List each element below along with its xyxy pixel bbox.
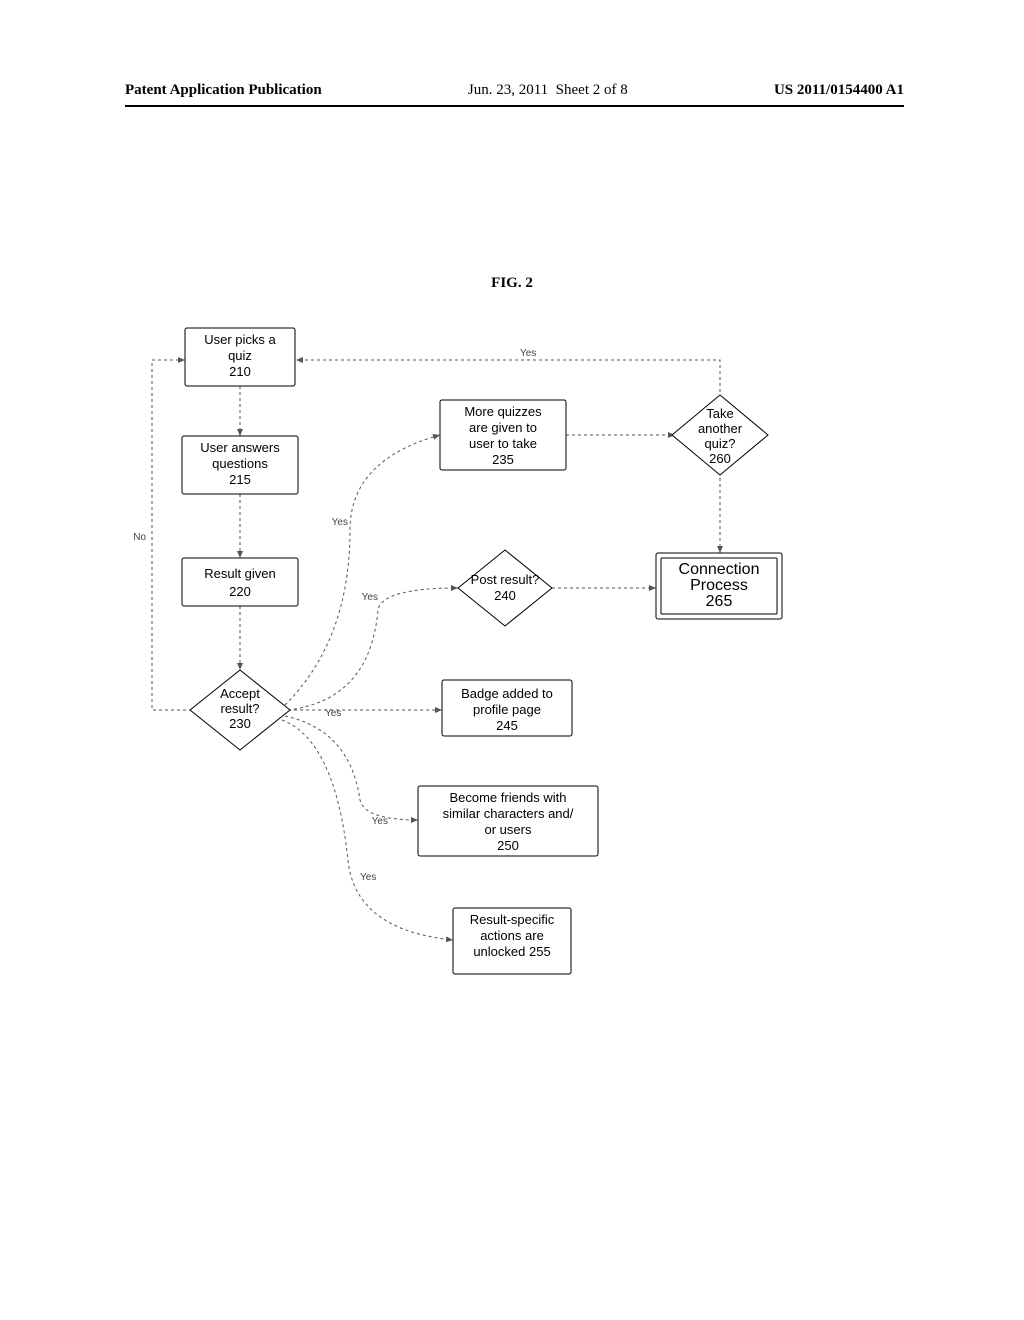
- figure-title: FIG. 2: [0, 275, 1024, 292]
- node-235: More quizzes are given to user to take 2…: [440, 400, 566, 470]
- svg-text:profile page: profile page: [473, 702, 541, 717]
- node-255: Result-specific actions are unlocked 255: [453, 908, 571, 974]
- header-mid: Jun. 23, 2011 Sheet 2 of 8: [468, 82, 628, 99]
- node-245: Badge added to profile page 245: [442, 680, 572, 736]
- svg-text:quiz?: quiz?: [704, 436, 735, 451]
- svg-text:Result given: Result given: [204, 566, 276, 581]
- svg-text:Badge added to: Badge added to: [461, 686, 553, 701]
- label-yes-260: Yes: [520, 348, 536, 359]
- svg-text:are given to: are given to: [469, 420, 537, 435]
- svg-text:Become friends with: Become friends with: [449, 790, 566, 805]
- svg-text:Result-specific: Result-specific: [470, 912, 555, 927]
- svg-text:Connection: Connection: [679, 561, 760, 578]
- node-260: Take another quiz? 260: [672, 395, 768, 475]
- edge-260-yes-210: [296, 360, 720, 398]
- svg-text:Take: Take: [706, 406, 733, 421]
- edge-230-no-210: [152, 360, 192, 710]
- svg-text:unlocked 255: unlocked 255: [473, 944, 550, 959]
- svg-text:260: 260: [709, 451, 731, 466]
- node-250: Become friends with similar characters a…: [418, 786, 598, 856]
- edge-230-250: [285, 716, 418, 820]
- label-yes-240a: Yes: [362, 592, 378, 603]
- label-no-230: No: [133, 532, 146, 543]
- label-yes-250: Yes: [372, 816, 388, 827]
- svg-text:result?: result?: [220, 701, 259, 716]
- svg-text:245: 245: [496, 718, 518, 733]
- svg-text:More quizzes: More quizzes: [464, 404, 542, 419]
- svg-text:210: 210: [229, 364, 251, 379]
- svg-text:250: 250: [497, 838, 519, 853]
- svg-text:similar characters and/: similar characters and/: [443, 806, 574, 821]
- node-220: Result given 220: [182, 558, 298, 606]
- svg-text:230: 230: [229, 716, 251, 731]
- svg-text:actions are: actions are: [480, 928, 544, 943]
- svg-text:235: 235: [492, 452, 514, 467]
- svg-text:265: 265: [706, 593, 733, 610]
- flowchart: No Yes Yes Yes Yes Yes Yes User picks a …: [120, 300, 890, 1050]
- svg-text:Process: Process: [690, 577, 748, 594]
- label-yes-235: Yes: [332, 517, 348, 528]
- svg-text:240: 240: [494, 588, 516, 603]
- svg-text:User answers: User answers: [200, 440, 280, 455]
- svg-text:Accept: Accept: [220, 686, 260, 701]
- svg-text:quiz: quiz: [228, 348, 252, 363]
- header-rule: [125, 105, 904, 107]
- label-yes-255: Yes: [360, 872, 376, 883]
- page-header: Patent Application Publication Jun. 23, …: [0, 82, 1024, 107]
- node-210: User picks a quiz 210: [185, 328, 295, 386]
- svg-text:questions: questions: [212, 456, 268, 471]
- svg-text:another: another: [698, 421, 743, 436]
- node-240: Post result? 240: [458, 550, 552, 626]
- svg-text:or users: or users: [485, 822, 532, 837]
- header-right: US 2011/0154400 A1: [774, 82, 904, 99]
- edge-230-240: [288, 588, 458, 710]
- svg-text:215: 215: [229, 472, 251, 487]
- svg-text:Post result?: Post result?: [471, 572, 540, 587]
- header-left: Patent Application Publication: [125, 82, 322, 99]
- node-265: Connection Process 265: [656, 553, 782, 619]
- svg-text:220: 220: [229, 584, 251, 599]
- svg-text:user to take: user to take: [469, 436, 537, 451]
- node-230: Accept result? 230: [190, 670, 290, 750]
- node-215: User answers questions 215: [182, 436, 298, 494]
- svg-text:User picks a: User picks a: [204, 332, 276, 347]
